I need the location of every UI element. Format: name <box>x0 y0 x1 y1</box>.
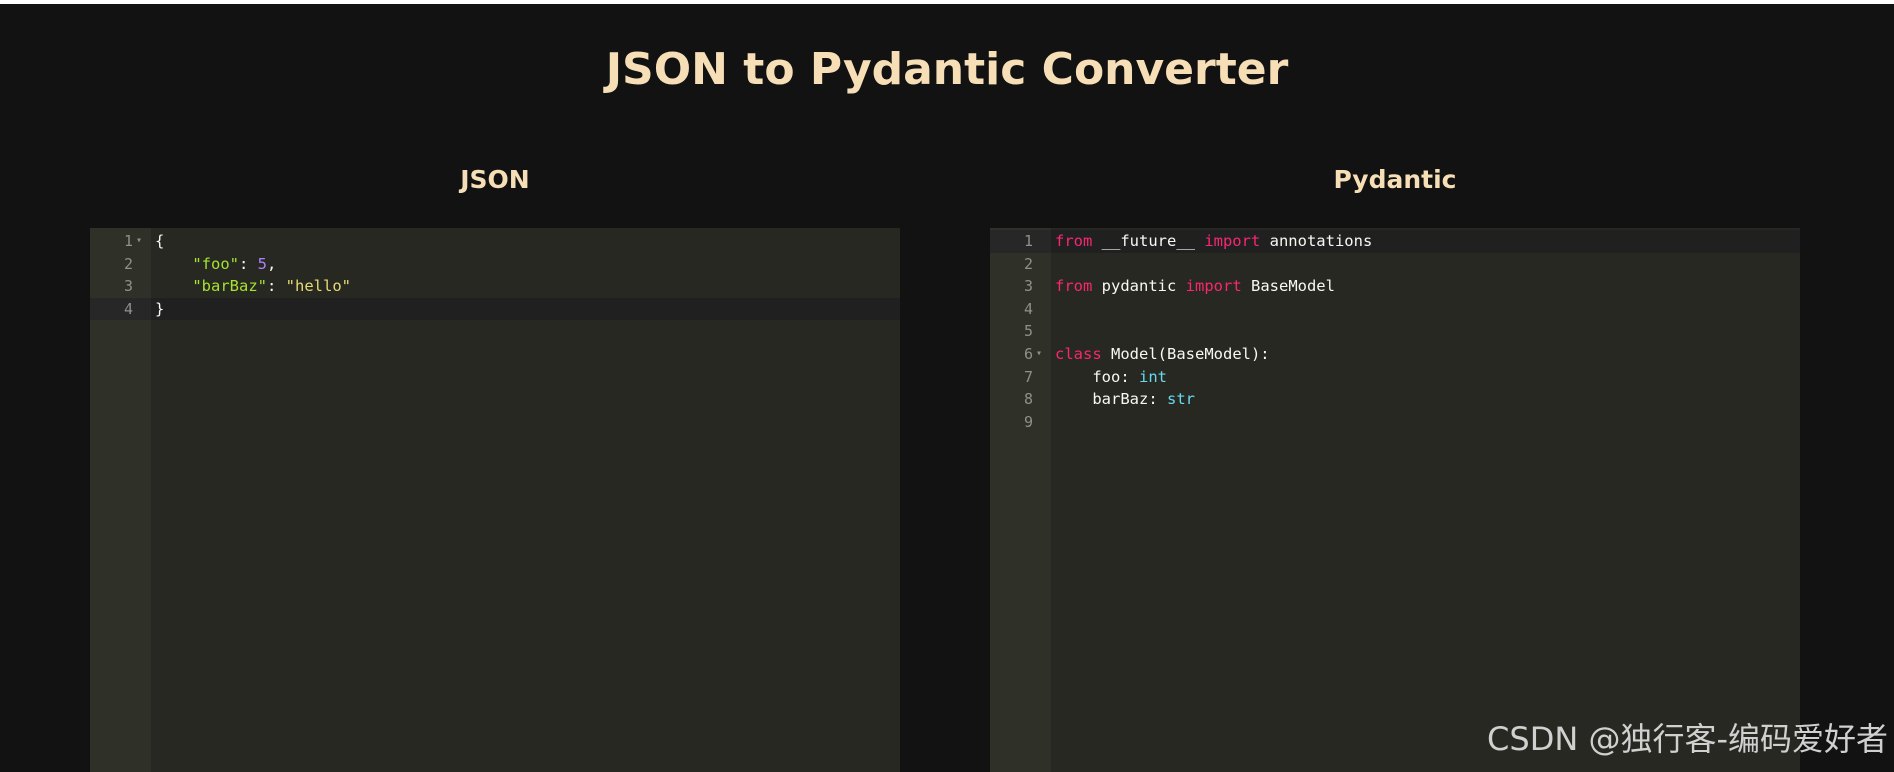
code-token: "foo" <box>192 254 239 273</box>
code-token: import <box>1185 277 1242 296</box>
code-token: BaseModel <box>1241 277 1335 296</box>
code-line[interactable]: 4 <box>990 298 1800 321</box>
code-token: int <box>1139 367 1167 386</box>
line-number: 4 <box>1023 299 1033 318</box>
code-text: "foo": 5, <box>155 253 276 276</box>
line-number: 7 <box>1023 367 1033 386</box>
code-token: foo: <box>1055 367 1139 386</box>
code-text: barBaz: str <box>1055 388 1195 411</box>
fold-arrow-icon[interactable]: ▾ <box>1036 343 1042 366</box>
code-text: } <box>155 298 164 321</box>
code-line[interactable]: 3 "barBaz": "hello" <box>90 275 900 298</box>
code-line[interactable]: 3 from pydantic import BaseModel <box>990 275 1800 298</box>
code-token: import <box>1204 232 1261 250</box>
code-token: barBaz: <box>1055 390 1167 409</box>
line-number: 2 <box>1023 254 1033 273</box>
code-line[interactable]: 2 "foo": 5, <box>90 253 900 276</box>
code-token: class <box>1055 344 1102 363</box>
line-number: 3 <box>1023 277 1033 296</box>
code-text: from pydantic import BaseModel <box>1055 275 1335 298</box>
line-number: 2 <box>123 254 133 273</box>
line-number: 3 <box>123 277 133 296</box>
code-token: : <box>266 277 286 296</box>
line-number: 1 <box>1023 232 1033 250</box>
watermark: CSDN @独行客-编码爱好者 <box>1487 720 1888 758</box>
pydantic-editor-lines[interactable]: 1 from __future__ import annotations 2 3 fro… <box>990 230 1800 433</box>
line-number: 9 <box>1023 412 1033 431</box>
code-token: from <box>1055 277 1093 296</box>
json-panel-heading: JSON <box>460 165 530 194</box>
code-token: : <box>239 254 258 273</box>
code-token: { <box>155 232 165 250</box>
fold-arrow-icon[interactable]: ▾ <box>136 230 142 253</box>
code-token: from <box>1055 232 1093 250</box>
code-line[interactable]: 4} <box>90 298 900 321</box>
code-token: str <box>1166 390 1195 409</box>
code-line[interactable]: 2 <box>990 253 1800 276</box>
line-number: 5 <box>1023 322 1033 341</box>
code-line[interactable]: 1 from __future__ import annotations <box>990 230 1800 253</box>
json-editor-lines[interactable]: 1 ▾{2 "foo": 5, 3 "barBaz": "hello" 4} <box>90 230 900 320</box>
code-text: from __future__ import annotations <box>1055 230 1372 253</box>
code-token: "hello" <box>285 277 351 296</box>
json-editor[interactable]: 1 ▾{2 "foo": 5, 3 "barBaz": "hello" 4} <box>90 228 900 772</box>
code-token: Model(BaseModel): <box>1101 344 1270 363</box>
code-text: class Model(BaseModel): <box>1055 343 1270 366</box>
code-token: pydantic <box>1092 277 1186 296</box>
line-number: 8 <box>1023 390 1033 409</box>
code-line[interactable]: 7 foo: int <box>990 366 1800 389</box>
pydantic-panel-heading: Pydantic <box>1333 165 1457 194</box>
code-line[interactable]: 6 ▾ class Model(BaseModel): <box>990 343 1800 366</box>
code-token: , <box>267 254 277 273</box>
page-title: JSON to Pydantic Converter <box>605 44 1289 95</box>
code-token: "barBaz" <box>192 277 267 296</box>
code-line[interactable]: 1 ▾ { <box>90 230 900 253</box>
line-number: 4 <box>123 299 133 318</box>
code-token: __future__ <box>1092 232 1205 250</box>
code-text: { <box>155 230 164 253</box>
pydantic-editor[interactable]: 1 from __future__ import annotations 2 3 fro… <box>990 228 1800 772</box>
code-text: "barBaz": "hello" <box>155 275 351 298</box>
code-line[interactable]: 5 <box>990 320 1800 343</box>
line-number: 6 <box>1023 344 1033 363</box>
line-number: 1 <box>123 232 133 250</box>
code-line[interactable]: 8 barBaz: str <box>990 388 1800 411</box>
code-text: foo: int <box>1055 366 1167 389</box>
code-token: 5 <box>257 254 268 273</box>
code-token: annotations <box>1260 232 1373 250</box>
code-line[interactable]: 9 <box>990 411 1800 434</box>
code-token: } <box>155 299 165 318</box>
